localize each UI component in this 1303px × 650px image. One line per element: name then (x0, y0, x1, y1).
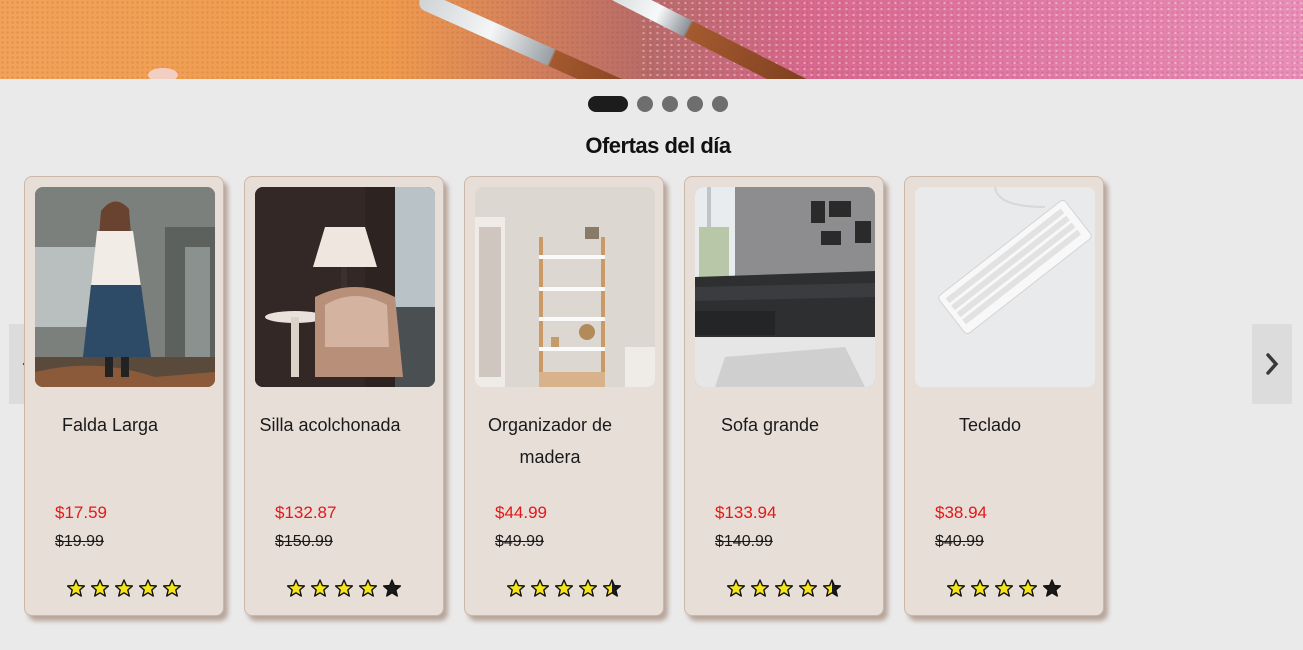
product-image[interactable] (695, 187, 875, 387)
rating-stars (727, 579, 841, 597)
section-title: Ofertas del día (585, 133, 731, 158)
product-price: $133.94 (715, 503, 777, 522)
star-icon (1019, 579, 1037, 597)
product-name[interactable]: Falda Larga (35, 409, 185, 441)
star-icon (555, 579, 573, 597)
product-price: $132.87 (275, 503, 337, 522)
star-icon (311, 579, 329, 597)
product-price: $38.94 (935, 503, 987, 522)
product-old-price: $49.99 (495, 533, 544, 550)
product-name[interactable]: Sofa grande (695, 409, 845, 441)
product-old-price: $19.99 (55, 533, 104, 550)
star-icon (67, 579, 85, 597)
star-icon (579, 579, 597, 597)
star-icon (91, 579, 109, 597)
star-icon (1043, 579, 1061, 597)
carousel-indicator-2[interactable] (637, 96, 653, 112)
star-icon (531, 579, 549, 597)
product-card[interactable]: Falda Larga $17.59 $19.99 (24, 176, 224, 616)
product-price: $17.59 (55, 503, 107, 522)
chevron-right-icon (1266, 353, 1279, 375)
star-icon (775, 579, 793, 597)
product-card[interactable]: Silla acolchonada $132.87 $150.99 (244, 176, 444, 616)
carousel-indicators (588, 96, 728, 112)
star-icon (727, 579, 745, 597)
star-icon (603, 579, 621, 597)
star-icon (359, 579, 377, 597)
product-card[interactable]: Organizador de madera $44.99 $49.99 (464, 176, 664, 616)
rating-stars (67, 579, 181, 597)
rating-stars (947, 579, 1061, 597)
star-icon (823, 579, 841, 597)
product-image[interactable] (915, 187, 1095, 387)
star-icon (995, 579, 1013, 597)
carousel-indicator-1[interactable] (588, 96, 628, 112)
carousel-indicator-4[interactable] (687, 96, 703, 112)
star-icon (163, 579, 181, 597)
carousel-indicator-5[interactable] (712, 96, 728, 112)
star-icon (947, 579, 965, 597)
product-image[interactable] (475, 187, 655, 387)
product-name[interactable]: Organizador de madera (475, 409, 625, 473)
star-icon (139, 579, 157, 597)
star-icon (383, 579, 401, 597)
product-old-price: $140.99 (715, 533, 773, 550)
product-image[interactable] (255, 187, 435, 387)
hero-pink-texture (640, 0, 1303, 79)
star-icon (287, 579, 305, 597)
star-icon (971, 579, 989, 597)
product-old-price: $40.99 (935, 533, 984, 550)
hero-accent (148, 68, 178, 79)
product-name[interactable]: Teclado (915, 409, 1065, 441)
hero-banner[interactable] (0, 0, 1303, 79)
star-icon (115, 579, 133, 597)
rating-stars (287, 579, 401, 597)
star-icon (751, 579, 769, 597)
product-old-price: $150.99 (275, 533, 333, 550)
carousel-indicator-3[interactable] (662, 96, 678, 112)
star-icon (335, 579, 353, 597)
product-card[interactable]: Teclado $38.94 $40.99 (904, 176, 1104, 616)
star-icon (799, 579, 817, 597)
product-name[interactable]: Silla acolchonada (255, 409, 405, 441)
next-button[interactable] (1252, 324, 1292, 404)
product-price: $44.99 (495, 503, 547, 522)
product-image[interactable] (35, 187, 215, 387)
product-card[interactable]: Sofa grande $133.94 $140.99 (684, 176, 884, 616)
star-icon (507, 579, 525, 597)
rating-stars (507, 579, 621, 597)
